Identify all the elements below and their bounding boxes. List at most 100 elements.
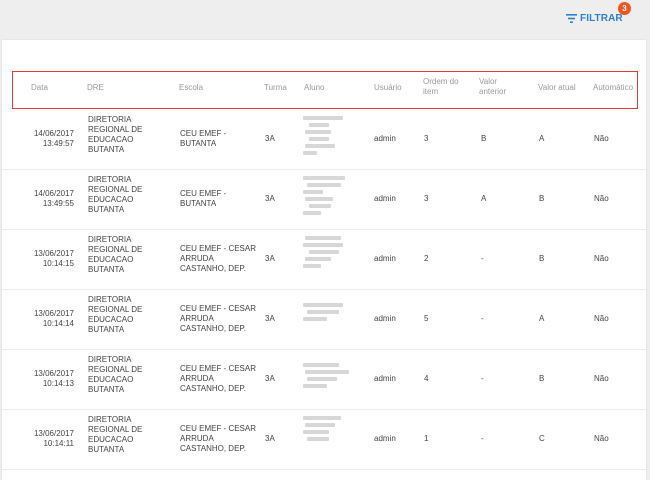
cell-ordem: 2: [424, 254, 429, 263]
col-header-usuario: Usuário: [374, 83, 402, 92]
col-header-valor-atual: Valor atual: [538, 83, 576, 92]
cell-date: 13/06/2017: [33, 429, 74, 438]
cell-turma: 3A: [265, 194, 275, 203]
table-row: 13/06/2017 10:14:11 DIRETORIA REGIONAL DE ED…: [2, 409, 646, 470]
col-header-data: Data: [31, 83, 48, 92]
col-header-escola: Escola: [179, 83, 204, 92]
table-row: 13/06/2017 10:14:13 DIRETORIA REGIONAL DE ED…: [2, 349, 646, 410]
cell-time: 13:49:57: [42, 139, 74, 148]
cell-time: 13:49:55: [42, 199, 74, 208]
cell-valor-anterior: -: [481, 434, 484, 443]
cell-dre-line: DIRETORIA: [88, 295, 132, 304]
cell-ordem: 4: [424, 374, 429, 383]
cell-ordem: 3: [424, 134, 429, 143]
cell-dre-line: BUTANTA: [88, 265, 125, 274]
cell-valor-atual: C: [539, 434, 545, 443]
cell-valor-atual: A: [539, 134, 545, 143]
cell-time: 10:14:15: [42, 259, 74, 268]
cell-aluno-blurred: [303, 303, 351, 347]
cell-aluno-blurred: [303, 363, 351, 407]
cell-escola-line: CASTANHO, DEP.: [180, 324, 246, 333]
cell-dre-line: EDUCACAO: [88, 195, 134, 204]
cell-date: 13/06/2017: [33, 309, 74, 318]
cell-aluno-blurred: [303, 236, 351, 280]
cell-dre-line: DIRETORIA: [88, 235, 132, 244]
cell-dre-line: REGIONAL DE: [88, 305, 143, 314]
cell-date: 14/06/2017: [33, 189, 74, 198]
col-header-valor-anterior: Valor anterior: [479, 77, 507, 96]
cell-escola-line: BUTANTA: [180, 139, 217, 148]
cell-usuario: admin: [374, 134, 396, 143]
cell-dre-line: DIRETORIA: [88, 415, 132, 424]
table-row: 13/06/2017 10:14:15 DIRETORIA REGIONAL DE ED…: [2, 229, 646, 290]
cell-escola-line: ARRUDA: [180, 314, 214, 323]
cell-escola-line: CASTANHO, DEP.: [180, 264, 246, 273]
cell-dre-line: EDUCACAO: [88, 315, 134, 324]
cell-dre-line: BUTANTA: [88, 205, 125, 214]
cell-valor-anterior: B: [481, 134, 487, 143]
cell-dre-line: EDUCACAO: [88, 375, 134, 384]
cell-escola-line: ARRUDA: [180, 254, 214, 263]
cell-valor-anterior: -: [481, 374, 484, 383]
filter-lines-icon: [566, 13, 577, 23]
cell-valor-atual: A: [539, 314, 545, 323]
cell-automatico: Não: [594, 314, 609, 323]
cell-dre-line: REGIONAL DE: [88, 125, 143, 134]
table-row: 14/06/2017 13:49:57 DIRETORIA REGIONAL DE ED…: [2, 109, 646, 170]
cell-aluno-blurred: [303, 416, 351, 460]
cell-dre-line: BUTANTA: [88, 325, 125, 334]
cell-turma: 3A: [265, 254, 275, 263]
cell-dre-line: BUTANTA: [88, 145, 125, 154]
cell-dre-line: REGIONAL DE: [88, 185, 143, 194]
cell-escola-line: CEU EMEF -: [180, 129, 227, 138]
cell-usuario: admin: [374, 374, 396, 383]
col-header-ordem: Ordem do item: [423, 77, 459, 96]
cell-automatico: Não: [594, 374, 609, 383]
table-row: 13/06/2017 10:14:14 DIRETORIA REGIONAL DE ED…: [2, 289, 646, 350]
table-header: Data DRE Escola Turma Aluno Usuário Orde…: [12, 71, 638, 109]
cell-escola-line: CEU EMEF - CESAR: [180, 304, 257, 313]
cell-automatico: Não: [594, 134, 609, 143]
cell-aluno-blurred: [303, 176, 351, 220]
cell-time: 10:14:11: [43, 439, 74, 448]
cell-escola-line: ARRUDA: [180, 374, 214, 383]
filter-label: FILTRAR: [580, 12, 623, 24]
cell-dre-line: EDUCACAO: [88, 135, 134, 144]
cell-ordem: 5: [424, 314, 429, 323]
cell-escola-line: CEU EMEF -: [180, 189, 227, 198]
cell-escola-line: CASTANHO, DEP.: [180, 444, 246, 453]
cell-automatico: Não: [594, 434, 609, 443]
cell-dre-line: DIRETORIA: [88, 355, 132, 364]
cell-dre-line: BUTANTA: [88, 445, 125, 454]
col-header-aluno: Aluno: [304, 83, 325, 92]
cell-usuario: admin: [374, 434, 396, 443]
cell-turma: 3A: [265, 314, 275, 323]
cell-escola-line: CEU EMEF - CESAR: [180, 364, 257, 373]
cell-automatico: Não: [594, 254, 609, 263]
cell-dre-line: REGIONAL DE: [88, 425, 143, 434]
cell-valor-anterior: -: [481, 254, 484, 263]
cell-dre-line: REGIONAL DE: [88, 365, 143, 374]
cell-dre-line: BUTANTA: [88, 385, 125, 394]
filter-count-badge: 3: [618, 2, 631, 15]
col-header-turma: Turma: [264, 83, 287, 92]
cell-escola-line: BUTANTA: [180, 199, 217, 208]
col-header-dre: DRE: [87, 83, 104, 92]
cell-usuario: admin: [374, 194, 396, 203]
table-row: 14/06/2017 13:49:55 DIRETORIA REGIONAL DE ED…: [2, 169, 646, 230]
filter-button[interactable]: FILTRAR 3: [566, 2, 636, 28]
cell-valor-anterior: A: [481, 194, 487, 203]
col-header-automatico: Automático: [593, 83, 634, 92]
cell-date: 14/06/2017: [33, 129, 74, 138]
cell-dre-line: DIRETORIA: [88, 175, 132, 184]
cell-ordem: 1: [424, 434, 429, 443]
cell-usuario: admin: [374, 314, 396, 323]
cell-aluno-blurred: [303, 116, 351, 160]
cell-dre-line: EDUCACAO: [88, 255, 134, 264]
cell-automatico: Não: [594, 194, 609, 203]
cell-time: 10:14:13: [42, 379, 74, 388]
cell-dre-line: EDUCACAO: [88, 435, 134, 444]
cell-date: 13/06/2017: [33, 369, 74, 378]
cell-turma: 3A: [265, 134, 275, 143]
cell-escola-line: CASTANHO, DEP.: [180, 384, 246, 393]
